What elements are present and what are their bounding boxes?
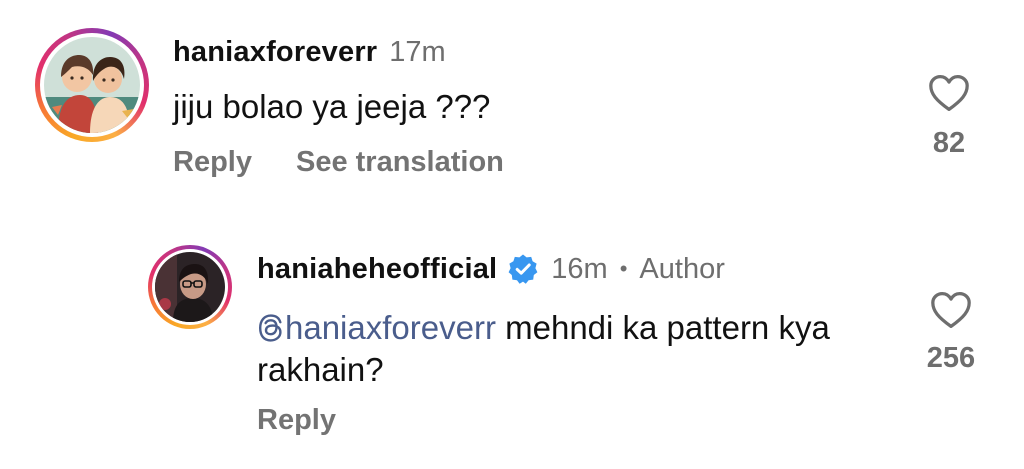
separator-dot: •: [619, 256, 628, 281]
like-count: 256: [926, 342, 976, 374]
comment-item: haniaxforeverr 17m jiju bolao ya jeeja ?…: [0, 0, 1024, 210]
comment-meta: haniaxforeverr 17m: [173, 34, 446, 70]
like-count: 82: [932, 127, 966, 159]
avatar: [44, 37, 140, 133]
timestamp: 17m: [389, 35, 446, 68]
username[interactable]: haniaheheofficial: [257, 253, 497, 286]
heart-outline-icon[interactable]: [927, 73, 971, 113]
comment-actions: Reply: [257, 400, 336, 440]
threads-icon: [258, 314, 282, 342]
reply-button[interactable]: Reply: [173, 146, 252, 179]
avatar: [155, 252, 225, 322]
verified-badge-icon: [508, 254, 538, 284]
heart-outline-icon[interactable]: [929, 290, 973, 330]
comment-text: jiju bolao ya jeeja ???: [173, 88, 491, 125]
username[interactable]: haniaxforeverr: [173, 36, 377, 69]
portrait-photo-avatar: [155, 252, 225, 322]
comment-text: haniaxforeverr mehndi ka pattern kya rak…: [257, 307, 897, 391]
comment-meta: haniaheheofficial 16m • Author: [257, 251, 725, 287]
reply-button[interactable]: Reply: [257, 404, 336, 437]
timestamp: 16m: [551, 252, 608, 285]
story-ring-avatar[interactable]: [148, 245, 232, 329]
mention-username: haniaxforeverr: [285, 309, 496, 346]
like-control: 82: [919, 73, 979, 160]
mention-link[interactable]: haniaxforeverr: [257, 309, 496, 346]
like-control: 256: [918, 290, 984, 375]
comment-actions: Reply See translation: [173, 142, 504, 182]
author-badge: Author: [639, 252, 725, 285]
reply-comment-item: haniaheheofficial 16m • Author haniaxfor…: [0, 225, 1024, 469]
story-ring-avatar[interactable]: [35, 28, 149, 142]
see-translation-button[interactable]: See translation: [296, 146, 504, 179]
illustrated-couple-avatar: [44, 37, 140, 133]
